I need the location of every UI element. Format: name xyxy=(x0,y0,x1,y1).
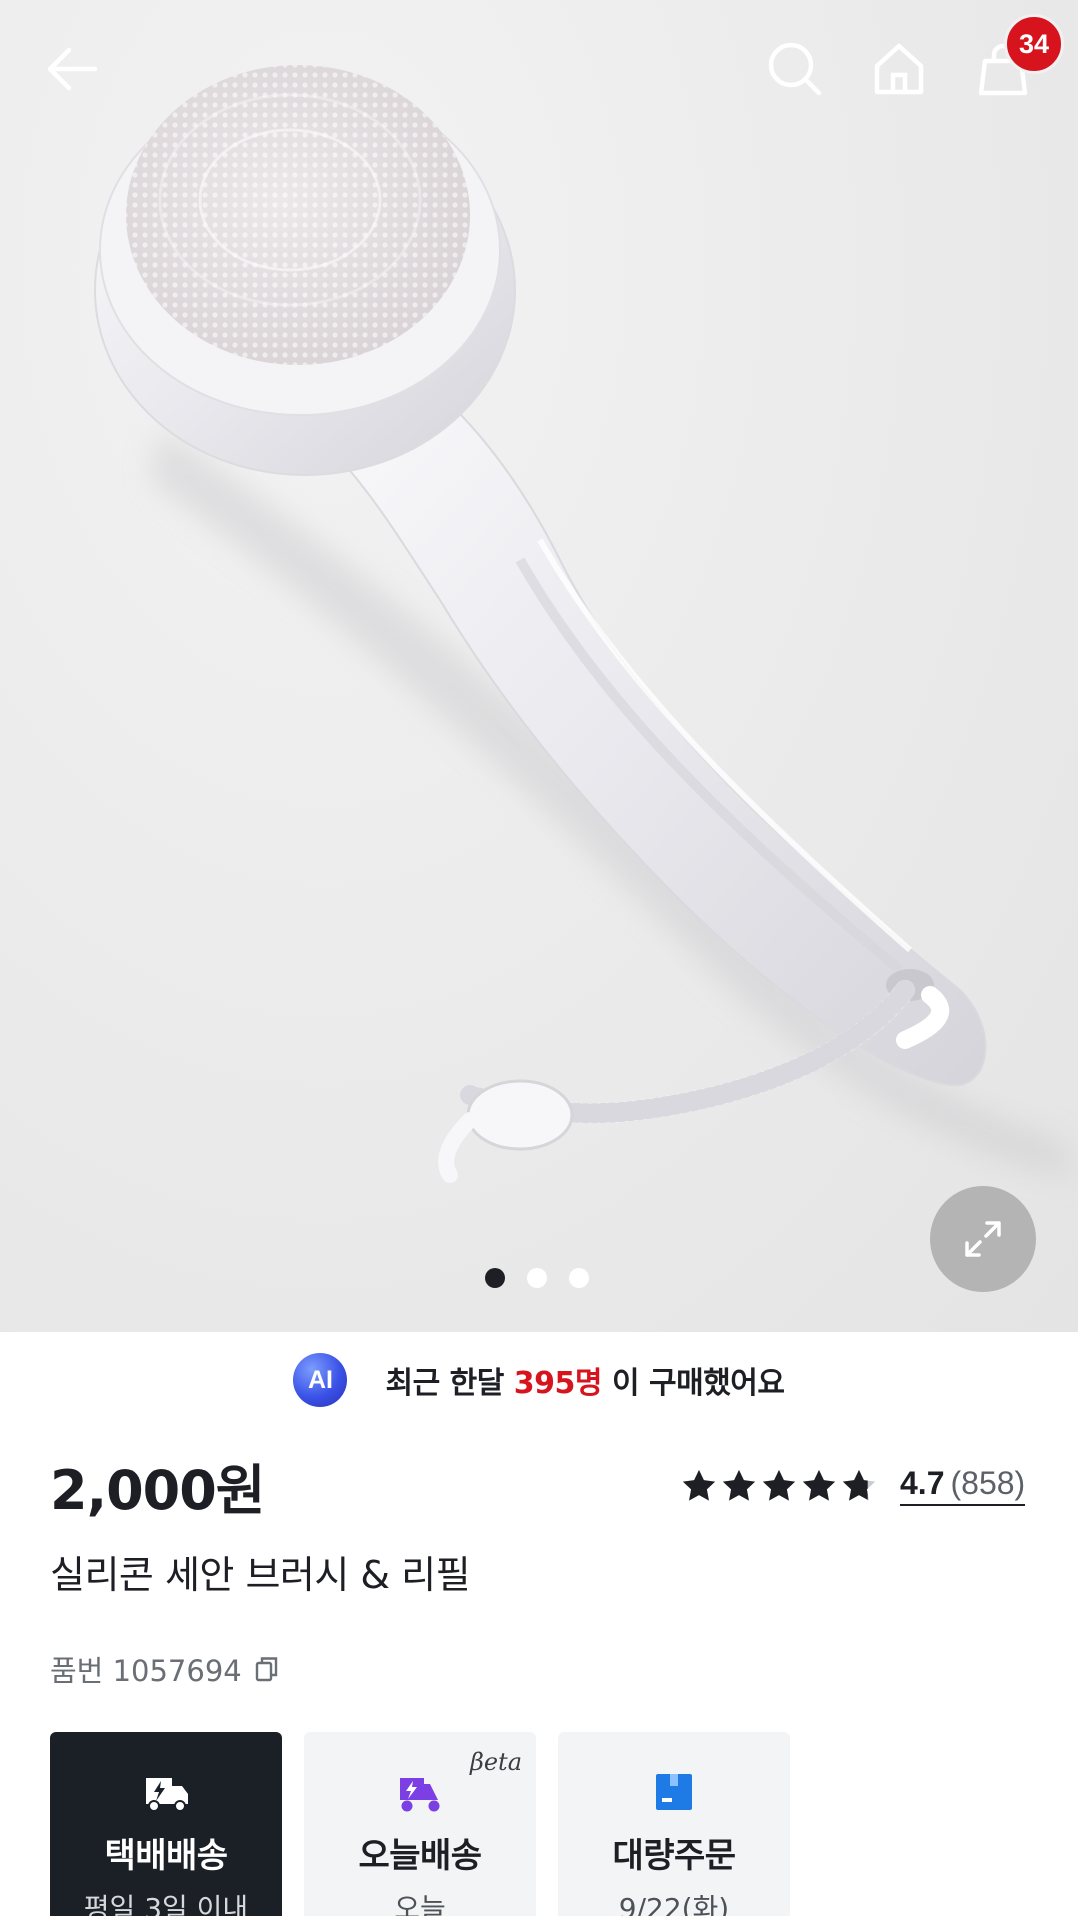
arrow-left-icon[interactable] xyxy=(34,30,112,108)
product-image xyxy=(94,65,1078,1183)
top-navigation-bar: 34 xyxy=(0,0,1078,140)
product-rating[interactable]: 4.7 (858) xyxy=(680,1462,1026,1510)
ai-banner-text: 최근 한달 395명 이 구매했어요 xyxy=(385,1366,785,1401)
delivery-option-title: 오늘배송 xyxy=(358,1836,482,1876)
star-half-icon xyxy=(842,1469,876,1501)
rating-score: 4.7 xyxy=(900,1465,945,1502)
copy-icon[interactable] xyxy=(254,1655,280,1683)
star-icon xyxy=(722,1469,756,1501)
purchase-count: 395명 xyxy=(513,1366,603,1401)
pagination-dot-1[interactable] xyxy=(485,1268,505,1288)
product-title: 실리콘 세안 브러시 & 리필 xyxy=(50,1553,471,1597)
pagination-dot-3[interactable] xyxy=(569,1268,589,1288)
search-icon[interactable] xyxy=(756,30,834,108)
delivery-option-subtitle: 평일 3일 이내 xyxy=(83,1892,249,1916)
review-count: (858) xyxy=(950,1465,1026,1502)
pagination-dot-2[interactable] xyxy=(527,1268,547,1288)
star-icon xyxy=(802,1469,836,1501)
expand-icon xyxy=(965,1221,1001,1257)
star-icon xyxy=(682,1469,716,1501)
delivery-option-today[interactable]: βeta 오늘배송 오늘 xyxy=(304,1732,536,1916)
delivery-option-title: 대량주문 xyxy=(612,1836,736,1876)
delivery-option-parcel[interactable]: 택배배송 평일 3일 이내 xyxy=(50,1732,282,1916)
rating-reviews-link[interactable]: 4.7 (858) xyxy=(900,1465,1026,1506)
cart-count-badge: 34 xyxy=(1004,14,1064,74)
home-icon[interactable] xyxy=(860,30,938,108)
rating-stars xyxy=(680,1467,880,1505)
star-icon xyxy=(762,1469,796,1501)
delivery-option-subtitle: 9/22(화) xyxy=(618,1892,730,1916)
product-price: 2,000원 xyxy=(50,1459,265,1522)
product-detail-page: 34 AI 최근 한달 395명 이 구매했어요 2,000원 4.7 (858… xyxy=(0,0,1078,1916)
scooter-icon xyxy=(400,1778,440,1812)
sku-label: 품번 1057694 xyxy=(50,1654,242,1688)
delivery-option-bulk[interactable]: 대량주문 9/22(화) xyxy=(558,1732,790,1916)
image-pagination xyxy=(0,1268,1078,1290)
delivery-option-title: 택배배송 xyxy=(104,1836,228,1876)
express-truck-icon xyxy=(146,1778,188,1812)
box-icon xyxy=(656,1774,692,1810)
beta-label: βeta xyxy=(469,1748,522,1776)
delivery-option-subtitle: 오늘 xyxy=(394,1892,446,1916)
product-image-gallery[interactable]: 34 xyxy=(0,0,1078,1332)
ai-purchase-banner: AI 최근 한달 395명 이 구매했어요 xyxy=(0,1332,1078,1428)
ai-badge: AI xyxy=(293,1353,348,1407)
product-sku: 품번 1057694 xyxy=(50,1648,280,1690)
delivery-options: 택배배송 평일 3일 이내 βeta 오늘배송 오늘 대량주문 9/22(화) xyxy=(50,1732,790,1916)
expand-image-button[interactable] xyxy=(930,1186,1036,1292)
